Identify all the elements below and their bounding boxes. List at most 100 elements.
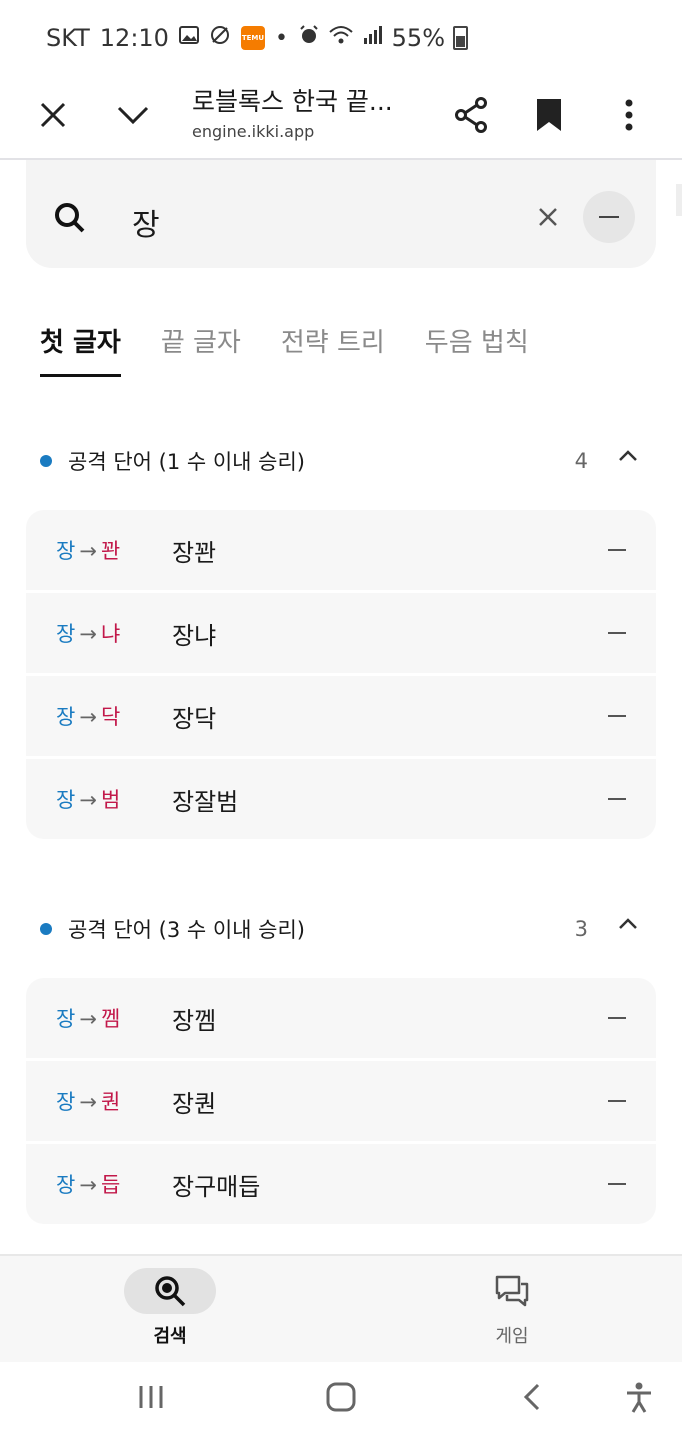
section-header[interactable]: 공격 단어 (1 수 이내 승리) 4 [40,441,640,481]
gallery-icon [178,25,199,51]
nav-search[interactable]: 검색 [100,1268,240,1348]
tab-last-letter[interactable]: 끝 글자 [161,322,241,377]
status-bar: SKT 12:10 TEMU • 55% [0,0,682,80]
word-text: 장닥 [172,704,217,733]
clear-search-icon[interactable] [538,204,558,234]
letter-pair: 장 → 껨 [56,1003,120,1033]
search-icon [54,202,86,238]
section-count: 4 [574,449,588,473]
dnd-icon [209,24,231,52]
last-letter: 듭 [100,1173,121,1197]
minus-icon[interactable] [608,715,626,717]
minus-icon[interactable] [608,798,626,800]
letter-pair: 장 → 냐 [56,618,120,648]
chevron-up-icon[interactable] [618,915,638,934]
bookmark-icon[interactable] [524,90,574,140]
first-letter: 장 [56,705,76,729]
arrow-text: → [79,539,97,563]
last-letter: 닥 [100,705,121,729]
minus-icon [599,216,619,218]
word-text: 장구매듭 [172,1172,261,1201]
section-dot-icon [40,455,52,467]
list-item[interactable]: 장 → 듭 장구매듭 [26,1144,656,1224]
share-icon[interactable] [446,90,496,140]
system-nav-bar [0,1362,682,1440]
more-vertical-icon[interactable] [604,90,654,140]
wifi-icon [328,24,354,52]
word-text: 장퀀 [172,1089,217,1118]
tab-initial-sound-rule[interactable]: 두음 법칙 [425,322,529,377]
section-count: 3 [574,917,588,941]
section-header[interactable]: 공격 단어 (3 수 이내 승리) 3 [40,909,640,949]
minus-icon[interactable] [608,632,626,634]
minus-icon[interactable] [608,1100,626,1102]
tab-first-letter[interactable]: 첫 글자 [40,322,121,377]
letter-pair: 장 → 닥 [56,701,120,731]
carrier-text: SKT [46,24,90,52]
letter-pair: 장 → 듭 [56,1169,120,1199]
first-letter: 장 [56,1090,76,1114]
first-letter: 장 [56,788,76,812]
tab-bar: 첫 글자 끝 글자 전략 트리 두음 법칙 [40,322,529,377]
list-item[interactable]: 장 → 퀀 장퀀 [26,1061,656,1141]
letter-pair: 장 → 범 [56,784,120,814]
arrow-text: → [79,1007,97,1031]
recent-apps-icon[interactable] [138,1382,164,1416]
list-item[interactable]: 장 → 껨 장껨 [26,978,656,1058]
first-letter: 장 [56,622,76,646]
bottom-nav: 검색 게임 [0,1254,682,1362]
temu-app-icon: TEMU [240,26,265,50]
list-item[interactable]: 장 → 꽌 장꽌 [26,510,656,590]
arrow-text: → [79,1173,97,1197]
nav-search-label: 검색 [153,1326,187,1347]
search-input[interactable]: 장 [132,200,160,244]
last-letter: 꽌 [100,539,121,563]
signal-icon [362,24,384,52]
tab-strategy-tree[interactable]: 전략 트리 [281,322,385,377]
browser-toolbar: 로블록스 한국 끝... engine.ikki.app [0,80,682,160]
arrow-text: → [79,622,97,646]
dot-icon: • [274,25,288,51]
battery-text: 55% [391,24,445,52]
close-icon[interactable] [28,90,78,140]
scroll-indicator [676,184,682,216]
arrow-text: → [79,1090,97,1114]
last-letter: 퀀 [100,1090,121,1114]
word-list: 장 → 껨 장껨 장 → 퀀 장퀀 장 → 듭 장구매듭 [26,978,656,1224]
chevron-up-icon[interactable] [618,447,638,466]
word-list: 장 → 꽌 장꽌 장 → 냐 장냐 장 → 닥 장닥 장 → 범 장잘범 [26,510,656,839]
last-letter: 범 [100,788,121,812]
list-item[interactable]: 장 → 닥 장닥 [26,676,656,756]
word-text: 장냐 [172,621,217,650]
alarm-icon [298,24,320,52]
list-item[interactable]: 장 → 범 장잘범 [26,759,656,839]
letter-pair: 장 → 꽌 [56,535,120,565]
word-text: 장꽌 [172,538,217,567]
page-url: engine.ikki.app [192,122,315,141]
minus-icon[interactable] [608,1017,626,1019]
section-title: 공격 단어 (1 수 이내 승리) [68,450,306,474]
chevron-down-icon[interactable] [108,90,158,140]
home-icon[interactable] [326,1382,356,1416]
nav-game[interactable]: 게임 [442,1268,582,1348]
minus-icon[interactable] [608,549,626,551]
first-letter: 장 [56,1007,76,1031]
time-text: 12:10 [99,24,169,52]
back-icon[interactable] [522,1382,542,1416]
list-item[interactable]: 장 → 냐 장냐 [26,593,656,673]
nav-game-label: 게임 [495,1326,529,1347]
word-text: 장잘범 [172,787,239,816]
arrow-text: → [79,788,97,812]
arrow-text: → [79,705,97,729]
minus-icon[interactable] [608,1183,626,1185]
chat-icon [466,1268,558,1314]
letter-pair: 장 → 퀀 [56,1086,120,1116]
section-title: 공격 단어 (3 수 이내 승리) [68,918,306,942]
word-text: 장껨 [172,1006,217,1035]
first-letter: 장 [56,539,76,563]
accessibility-icon[interactable] [624,1382,654,1418]
battery-icon [453,26,468,50]
last-letter: 껨 [100,1007,121,1031]
collapse-search-button[interactable] [583,191,635,243]
first-letter: 장 [56,1173,76,1197]
